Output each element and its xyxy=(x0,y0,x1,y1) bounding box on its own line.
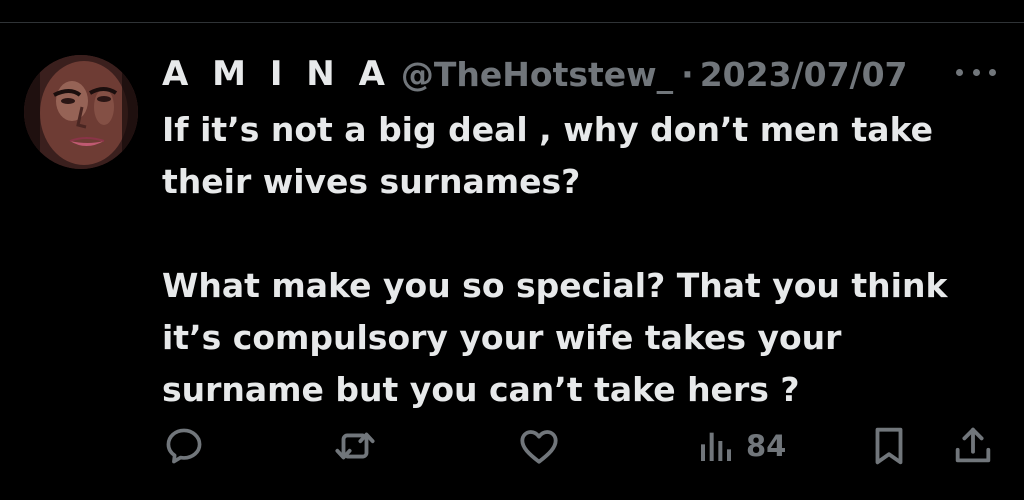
more-dot xyxy=(956,68,963,76)
bookmark-icon xyxy=(875,427,903,465)
tweet-header: A M I N A @TheHotstew_ · 2023/07/07 xyxy=(162,52,908,96)
views-icon xyxy=(701,432,731,461)
like-button[interactable] xyxy=(516,418,562,474)
user-handle[interactable]: @TheHotstew_ xyxy=(401,55,673,94)
retweet-button[interactable] xyxy=(332,418,378,474)
reply-button[interactable] xyxy=(162,418,206,474)
share-button[interactable] xyxy=(950,418,996,474)
display-name[interactable]: A M I N A xyxy=(162,54,391,94)
views-count: 84 xyxy=(746,429,787,463)
retweet-icon xyxy=(335,432,375,460)
tweet-paragraph: If it’s not a big deal , why don’t men t… xyxy=(162,110,934,201)
more-dot xyxy=(989,68,996,76)
more-dot xyxy=(972,68,980,76)
tweet-text: If it’s not a big deal , why don’t men t… xyxy=(162,104,982,416)
reply-icon xyxy=(166,428,202,464)
share-icon xyxy=(955,427,991,463)
heart-icon xyxy=(520,430,558,464)
tweet-paragraph: What make you so special? That you think… xyxy=(162,266,948,409)
views-button[interactable]: 84 xyxy=(696,418,786,474)
more-options-icon[interactable] xyxy=(956,64,996,80)
avatar[interactable] xyxy=(24,55,138,169)
action-bar: 84 xyxy=(0,418,1024,474)
tweet-date[interactable]: 2023/07/07 xyxy=(700,55,908,94)
bookmark-button[interactable] xyxy=(866,418,912,474)
top-divider xyxy=(0,22,1024,23)
separator-dot: · xyxy=(681,54,694,94)
